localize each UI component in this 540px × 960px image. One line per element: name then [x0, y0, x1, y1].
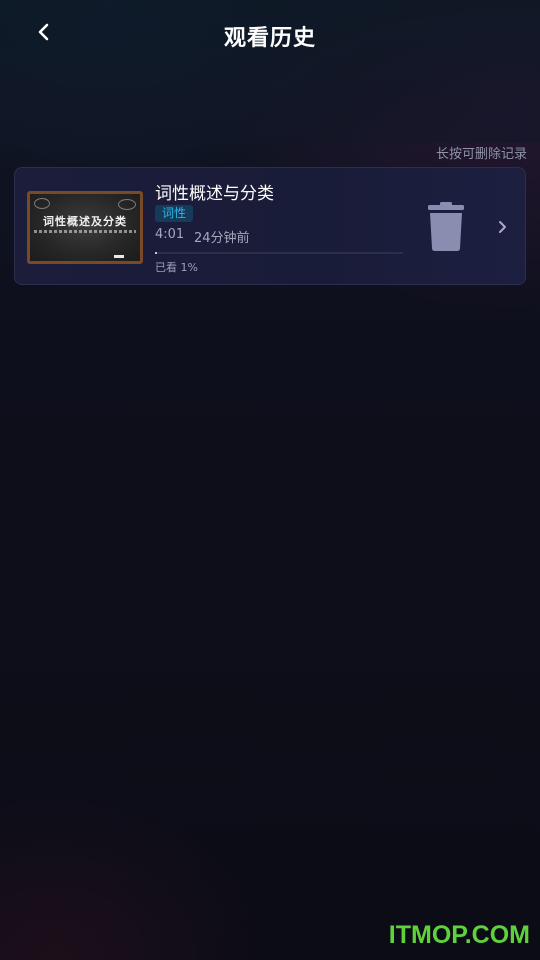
- page-title: 观看历史: [223, 26, 316, 51]
- chalk-piece: [114, 255, 124, 258]
- video-title: 词性概述与分类: [155, 184, 274, 204]
- thumbnail-subtitle: [34, 230, 136, 233]
- chalk-doodle: [34, 198, 50, 209]
- watch-progress-bar: [155, 252, 403, 254]
- category-tag: 词性: [155, 205, 194, 222]
- delete-hint: 长按可删除记录: [435, 147, 527, 162]
- thumbnail-title: 词性概述及分类: [43, 215, 127, 228]
- watched-time: 24分钟前: [194, 231, 250, 246]
- history-item[interactable]: 词性概述及分类 词性概述与分类 词性 4:01 24分钟前 已看 1%: [14, 167, 526, 285]
- watermark-logo: ITMOP.COM: [388, 921, 530, 949]
- open-detail-button[interactable]: [495, 218, 511, 236]
- header-bar: 观看历史: [0, 0, 540, 143]
- chevron-right-icon: [499, 221, 506, 233]
- delete-button[interactable]: [425, 202, 467, 252]
- chalk-doodle: [118, 199, 136, 210]
- trash-icon: [428, 202, 464, 251]
- watch-progress-fill: [155, 252, 158, 254]
- watch-progress-label: 已看 1%: [155, 261, 198, 274]
- video-thumbnail[interactable]: 词性概述及分类: [27, 191, 143, 264]
- video-duration: 4:01: [155, 227, 185, 242]
